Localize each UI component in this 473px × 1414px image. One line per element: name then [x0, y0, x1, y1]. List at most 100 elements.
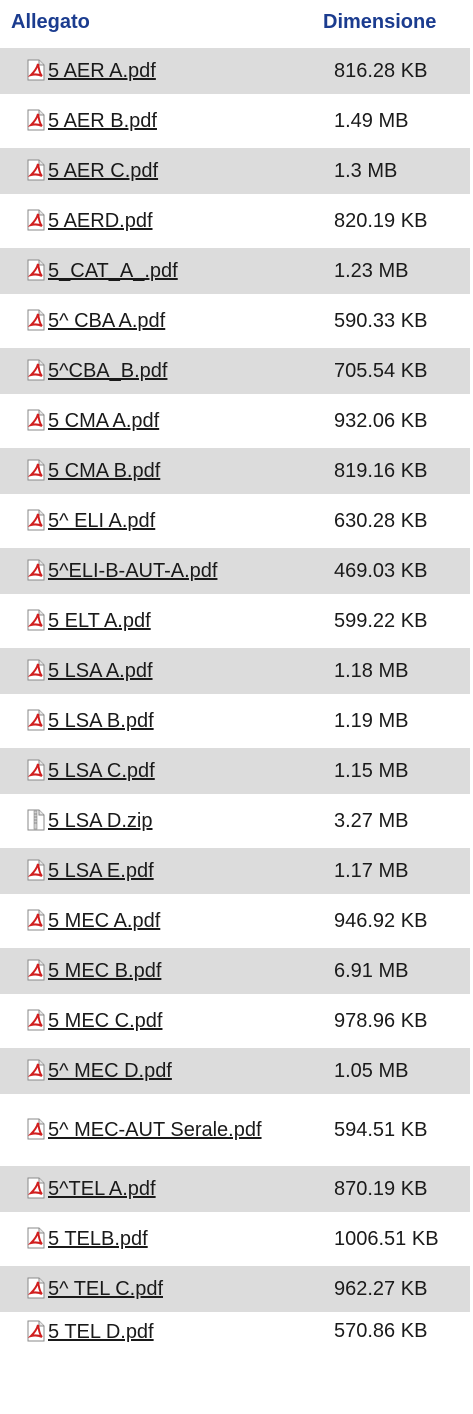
table-row: 5^ CBA A.pdf 590.33 KB	[0, 298, 470, 344]
file-size: 594.51 KB	[310, 1098, 470, 1162]
file-size: 816.28 KB	[310, 48, 470, 94]
attachment-cell: 5 LSA C.pdf	[0, 748, 310, 794]
attachment-link[interactable]: 5 AERD.pdf	[48, 210, 153, 232]
file-size: 570.86 KB	[310, 1316, 470, 1354]
table-row: 5 LSA C.pdf 1.15 MB	[0, 748, 470, 794]
pdf-icon	[26, 1009, 46, 1031]
attachment-link[interactable]: 5^ CBA A.pdf	[48, 310, 165, 332]
attachment-link[interactable]: 5 ELT A.pdf	[48, 610, 151, 632]
attachment-link[interactable]: 5^TEL A.pdf	[48, 1178, 156, 1200]
pdf-icon	[26, 1177, 46, 1199]
pdf-icon	[26, 1277, 46, 1299]
attachment-link[interactable]: 5 LSA C.pdf	[48, 760, 155, 782]
pdf-icon	[26, 859, 46, 881]
attachment-cell: 5 AER B.pdf	[0, 98, 310, 144]
table-row: 5^TEL A.pdf 870.19 KB	[0, 1166, 470, 1212]
file-size: 1.23 MB	[310, 248, 470, 294]
attachment-link[interactable]: 5 LSA B.pdf	[48, 710, 154, 732]
column-header-attachment: Allegato	[11, 10, 90, 33]
table-row: 5 CMA A.pdf 932.06 KB	[0, 398, 470, 444]
attachment-link[interactable]: 5 LSA D.zip	[48, 810, 153, 832]
file-size: 1.15 MB	[310, 748, 470, 794]
attachment-cell: 5^CBA_B.pdf	[0, 348, 310, 394]
table-row: 5 MEC C.pdf 978.96 KB	[0, 998, 470, 1044]
pdf-icon	[26, 759, 46, 781]
table-row: 5 LSA E.pdf 1.17 MB	[0, 848, 470, 894]
table-row: 5 TEL D.pdf 570.86 KB	[0, 1316, 470, 1354]
pdf-icon	[26, 309, 46, 331]
attachment-cell: 5 LSA E.pdf	[0, 848, 310, 894]
table-row: 5 LSA A.pdf 1.18 MB	[0, 648, 470, 694]
attachment-link[interactable]: 5 MEC A.pdf	[48, 910, 160, 932]
attachment-cell: 5^ MEC-AUT Serale.pdf	[0, 1098, 310, 1162]
table-row: 5 CMA B.pdf 819.16 KB	[0, 448, 470, 494]
table-row: 5 AER C.pdf 1.3 MB	[0, 148, 470, 194]
attachment-cell: 5 TEL D.pdf	[0, 1316, 310, 1354]
attachments-table: Allegato Dimensione 5 AER A.pdf 816.28 KB…	[0, 0, 470, 1358]
file-size: 870.19 KB	[310, 1166, 470, 1212]
attachment-link[interactable]: 5 TELB.pdf	[48, 1228, 148, 1250]
zip-icon	[26, 809, 46, 831]
table-row: 5_CAT_A_.pdf 1.23 MB	[0, 248, 470, 294]
pdf-icon	[26, 459, 46, 481]
attachments-list: 5 AER A.pdf 816.28 KB 5 AER B.pdf 1.49 MB 5 …	[0, 48, 470, 1354]
attachment-link[interactable]: 5 LSA A.pdf	[48, 660, 153, 682]
file-size: 932.06 KB	[310, 398, 470, 444]
attachment-cell: 5 LSA A.pdf	[0, 648, 310, 694]
attachment-link[interactable]: 5 AER C.pdf	[48, 160, 158, 182]
attachment-link[interactable]: 5 LSA E.pdf	[48, 860, 154, 882]
file-size: 599.22 KB	[310, 598, 470, 644]
pdf-icon	[26, 509, 46, 531]
table-row: 5 AER A.pdf 816.28 KB	[0, 48, 470, 94]
attachment-cell: 5^ ELI A.pdf	[0, 498, 310, 544]
attachment-link[interactable]: 5 CMA B.pdf	[48, 460, 160, 482]
attachment-cell: 5 CMA B.pdf	[0, 448, 310, 494]
table-row: 5 AERD.pdf 820.19 KB	[0, 198, 470, 244]
attachment-cell: 5^TEL A.pdf	[0, 1166, 310, 1212]
attachment-cell: 5 AER C.pdf	[0, 148, 310, 194]
attachment-cell: 5^ CBA A.pdf	[0, 298, 310, 344]
attachment-link[interactable]: 5^CBA_B.pdf	[48, 360, 167, 382]
attachment-link[interactable]: 5 TEL D.pdf	[48, 1321, 154, 1343]
attachment-link[interactable]: 5 MEC C.pdf	[48, 1010, 162, 1032]
pdf-icon	[26, 209, 46, 231]
attachment-cell: 5 LSA D.zip	[0, 798, 310, 844]
pdf-icon	[26, 409, 46, 431]
attachment-link[interactable]: 5 CMA A.pdf	[48, 410, 159, 432]
table-row: 5 LSA B.pdf 1.19 MB	[0, 698, 470, 744]
table-row: 5 TELB.pdf 1006.51 KB	[0, 1216, 470, 1262]
attachment-cell: 5 LSA B.pdf	[0, 698, 310, 744]
attachment-cell: 5^ TEL C.pdf	[0, 1266, 310, 1312]
attachment-link[interactable]: 5 AER B.pdf	[48, 110, 157, 132]
pdf-icon	[26, 959, 46, 981]
file-size: 946.92 KB	[310, 898, 470, 944]
file-size: 1.3 MB	[310, 148, 470, 194]
pdf-icon	[26, 609, 46, 631]
attachment-cell: 5 AER A.pdf	[0, 48, 310, 94]
attachment-link[interactable]: 5 AER A.pdf	[48, 60, 156, 82]
attachment-cell: 5 AERD.pdf	[0, 198, 310, 244]
table-row: 5^ELI-B-AUT-A.pdf 469.03 KB	[0, 548, 470, 594]
attachment-cell: 5 MEC A.pdf	[0, 898, 310, 944]
attachment-link[interactable]: 5_CAT_A_.pdf	[48, 260, 178, 282]
table-row: 5 ELT A.pdf 599.22 KB	[0, 598, 470, 644]
table-row: 5^ MEC D.pdf 1.05 MB	[0, 1048, 470, 1094]
file-size: 630.28 KB	[310, 498, 470, 544]
file-size: 1.17 MB	[310, 848, 470, 894]
pdf-icon	[26, 709, 46, 731]
file-size: 962.27 KB	[310, 1266, 470, 1312]
pdf-icon	[26, 1118, 46, 1140]
attachment-link[interactable]: 5^ ELI A.pdf	[48, 510, 155, 532]
file-size: 1.49 MB	[310, 98, 470, 144]
file-size: 1.18 MB	[310, 648, 470, 694]
attachment-link[interactable]: 5^ MEC-AUT Serale.pdf	[48, 1119, 262, 1141]
file-size: 1.19 MB	[310, 698, 470, 744]
attachment-link[interactable]: 5^ MEC D.pdf	[48, 1060, 172, 1082]
table-row: 5 AER B.pdf 1.49 MB	[0, 98, 470, 144]
file-size: 978.96 KB	[310, 998, 470, 1044]
attachment-cell: 5^ MEC D.pdf	[0, 1048, 310, 1094]
attachment-link[interactable]: 5 MEC B.pdf	[48, 960, 161, 982]
attachment-link[interactable]: 5^ELI-B-AUT-A.pdf	[48, 560, 217, 582]
attachment-link[interactable]: 5^ TEL C.pdf	[48, 1278, 163, 1300]
file-size: 819.16 KB	[310, 448, 470, 494]
